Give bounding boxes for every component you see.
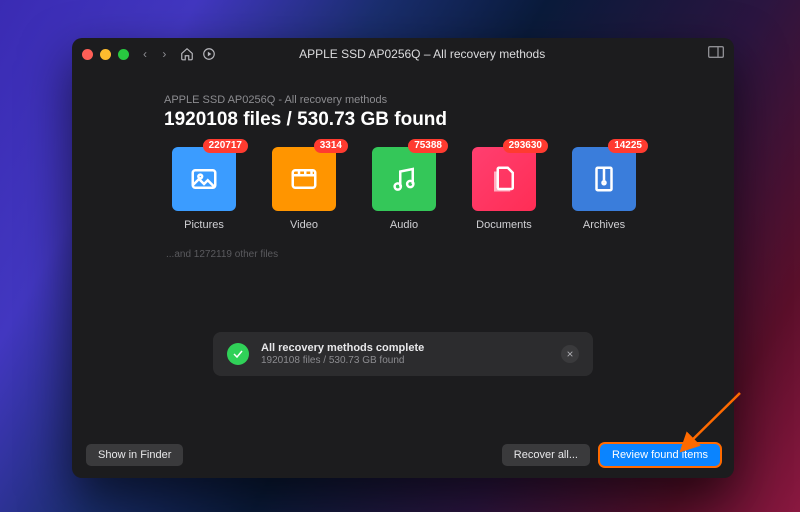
audio-icon <box>389 164 419 194</box>
documents-tile: 293630 <box>472 147 536 211</box>
video-icon <box>289 164 319 194</box>
category-video[interactable]: 3314 Video <box>264 147 344 231</box>
pictures-tile: 220717 <box>172 147 236 211</box>
app-window: ‹ › APPLE SSD AP0256Q – All recovery met… <box>72 38 734 478</box>
window-controls <box>82 49 129 60</box>
main-content: APPLE SSD AP0256Q - All recovery methods… <box>72 70 734 432</box>
sidebar-toggle-icon[interactable] <box>708 45 724 63</box>
status-close-button[interactable] <box>561 345 579 363</box>
badge-count: 3314 <box>314 139 348 153</box>
minimize-window-button[interactable] <box>100 49 111 60</box>
documents-icon <box>489 164 519 194</box>
titlebar: ‹ › APPLE SSD AP0256Q – All recovery met… <box>72 38 734 70</box>
video-tile: 3314 <box>272 147 336 211</box>
close-window-button[interactable] <box>82 49 93 60</box>
status-bar: All recovery methods complete 1920108 fi… <box>213 332 593 376</box>
audio-tile: 75388 <box>372 147 436 211</box>
success-check-icon <box>227 343 249 365</box>
recover-all-button[interactable]: Recover all... <box>502 444 590 466</box>
category-label: Archives <box>583 219 625 231</box>
badge-count: 14225 <box>608 139 648 153</box>
badge-count: 75388 <box>408 139 448 153</box>
category-label: Video <box>290 219 318 231</box>
window-title: APPLE SSD AP0256Q – All recovery methods <box>144 47 700 61</box>
review-found-items-button[interactable]: Review found items <box>600 444 720 466</box>
category-documents[interactable]: 293630 Documents <box>464 147 544 231</box>
category-audio[interactable]: 75388 Audio <box>364 147 444 231</box>
drive-subtitle: APPLE SSD AP0256Q - All recovery methods <box>164 94 706 106</box>
status-text: All recovery methods complete 1920108 fi… <box>261 342 424 366</box>
badge-count: 220717 <box>203 139 248 153</box>
category-label: Audio <box>390 219 418 231</box>
summary-headline: 1920108 files / 530.73 GB found <box>164 109 706 131</box>
archives-icon <box>589 164 619 194</box>
show-in-finder-button[interactable]: Show in Finder <box>86 444 183 466</box>
archives-tile: 14225 <box>572 147 636 211</box>
category-label: Documents <box>476 219 532 231</box>
zoom-window-button[interactable] <box>118 49 129 60</box>
status-primary: All recovery methods complete <box>261 342 424 354</box>
category-archives[interactable]: 14225 Archives <box>564 147 644 231</box>
category-row: 220717 Pictures 3314 Video 75388 Audio <box>164 147 706 231</box>
pictures-icon <box>189 164 219 194</box>
badge-count: 293630 <box>503 139 548 153</box>
category-label: Pictures <box>184 219 224 231</box>
close-icon <box>566 350 574 358</box>
category-pictures[interactable]: 220717 Pictures <box>164 147 244 231</box>
footer-bar: Show in Finder Recover all... Review fou… <box>72 432 734 478</box>
status-secondary: 1920108 files / 530.73 GB found <box>261 355 424 366</box>
other-files-note: ...and 1272119 other files <box>166 249 706 260</box>
